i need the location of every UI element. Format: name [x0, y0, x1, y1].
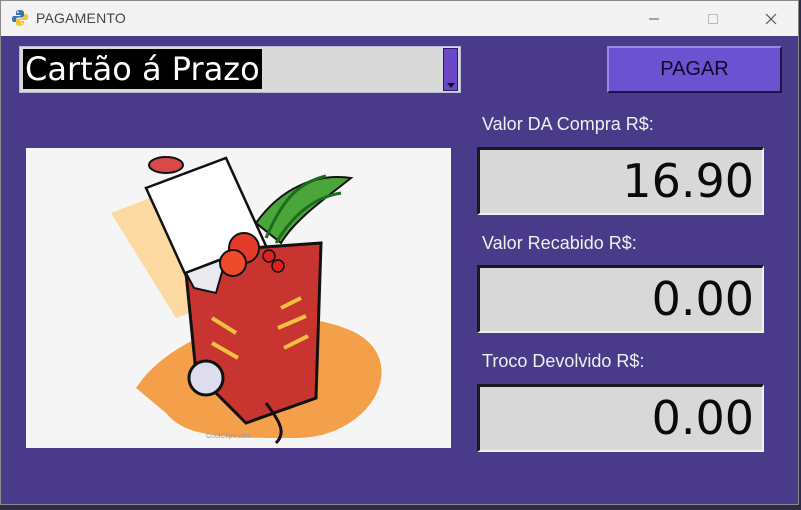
- dropdown-arrow-icon[interactable]: [443, 48, 458, 91]
- image-watermark: CoolClips.com: [206, 433, 251, 440]
- purchase-value-field[interactable]: 16.90: [477, 147, 764, 215]
- minimize-icon[interactable]: [631, 1, 677, 36]
- change-value-field[interactable]: 0.00: [477, 384, 764, 452]
- background-strip: [0, 505, 801, 510]
- purchase-value-label: Valor DA Compra R$:: [482, 114, 654, 134]
- shopping-cart-image: CoolClips.com: [26, 148, 451, 448]
- received-value-label: Valor Recabido R$:: [482, 233, 637, 253]
- title-bar[interactable]: PAGAMENTO: [1, 1, 798, 36]
- maximize-icon[interactable]: [690, 1, 736, 36]
- payment-window: PAGAMENTO Cartão á Prazo PAGAR CoolClips…: [0, 0, 799, 505]
- client-area: Cartão á Prazo PAGAR CoolClips.com Valor…: [1, 36, 798, 504]
- change-value-label: Troco Devolvido R$:: [482, 351, 645, 371]
- payment-method-value: Cartão á Prazo: [23, 49, 262, 89]
- window-title: PAGAMENTO: [36, 10, 126, 26]
- received-value-field[interactable]: 0.00: [477, 265, 764, 333]
- pay-button[interactable]: PAGAR: [607, 46, 782, 93]
- close-icon[interactable]: [748, 1, 794, 36]
- python-icon: [11, 9, 29, 27]
- payment-method-select[interactable]: Cartão á Prazo: [19, 46, 461, 93]
